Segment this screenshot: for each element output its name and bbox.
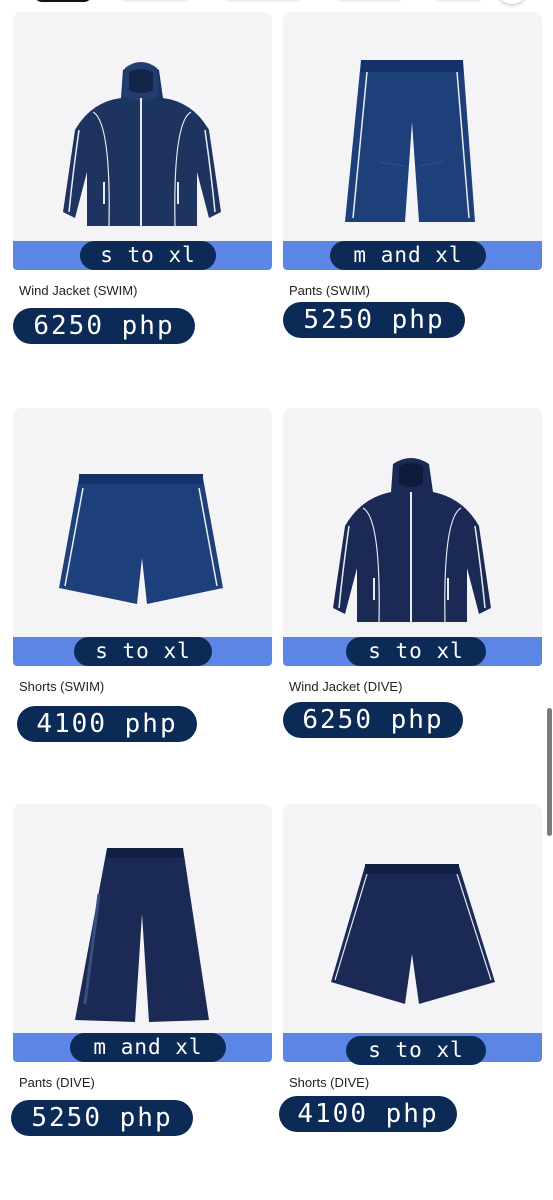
product-name: Pants (SWIM) — [289, 283, 370, 298]
product-image — [283, 408, 542, 666]
shorts-icon — [59, 474, 223, 604]
wind-jacket-icon — [63, 62, 221, 227]
product-name: Wind Jacket (SWIM) — [19, 283, 138, 298]
product-name: Wind Jacket (DIVE) — [289, 679, 403, 694]
size-label: s to xl — [346, 637, 486, 666]
price-label: 4100 php — [279, 1096, 457, 1132]
product-name: Shorts (SWIM) — [19, 679, 105, 694]
filter-chip[interactable] — [432, 0, 484, 2]
pants-icon — [345, 60, 475, 222]
shorts-icon — [331, 864, 495, 1004]
price-label: 6250 php — [283, 702, 463, 738]
size-label: m and xl — [330, 241, 486, 270]
filter-chip[interactable] — [118, 0, 192, 2]
product-image — [13, 12, 272, 270]
size-label: s to xl — [80, 241, 216, 270]
product-image — [13, 408, 272, 666]
size-label: m and xl — [70, 1033, 226, 1062]
product-image — [283, 804, 542, 1062]
product-image — [283, 12, 542, 270]
filter-chip[interactable] — [334, 0, 404, 2]
size-label: s to xl — [346, 1036, 486, 1065]
price-label: 5250 php — [11, 1100, 193, 1136]
product-name: Shorts (DIVE) — [289, 1075, 370, 1090]
product-name: Pants (DIVE) — [19, 1075, 95, 1090]
top-toolbar-remnant — [0, 0, 553, 6]
filter-chip[interactable] — [222, 0, 304, 2]
scrollbar[interactable] — [547, 708, 552, 836]
filter-chip[interactable] — [34, 0, 92, 2]
price-label: 6250 php — [13, 308, 195, 344]
floating-action-button[interactable] — [498, 0, 526, 4]
price-label: 5250 php — [283, 302, 465, 338]
wind-jacket-icon — [333, 458, 491, 623]
price-label: 4100 php — [17, 706, 197, 742]
size-label: s to xl — [74, 637, 212, 666]
product-image — [13, 804, 272, 1062]
pants-icon — [75, 848, 209, 1022]
